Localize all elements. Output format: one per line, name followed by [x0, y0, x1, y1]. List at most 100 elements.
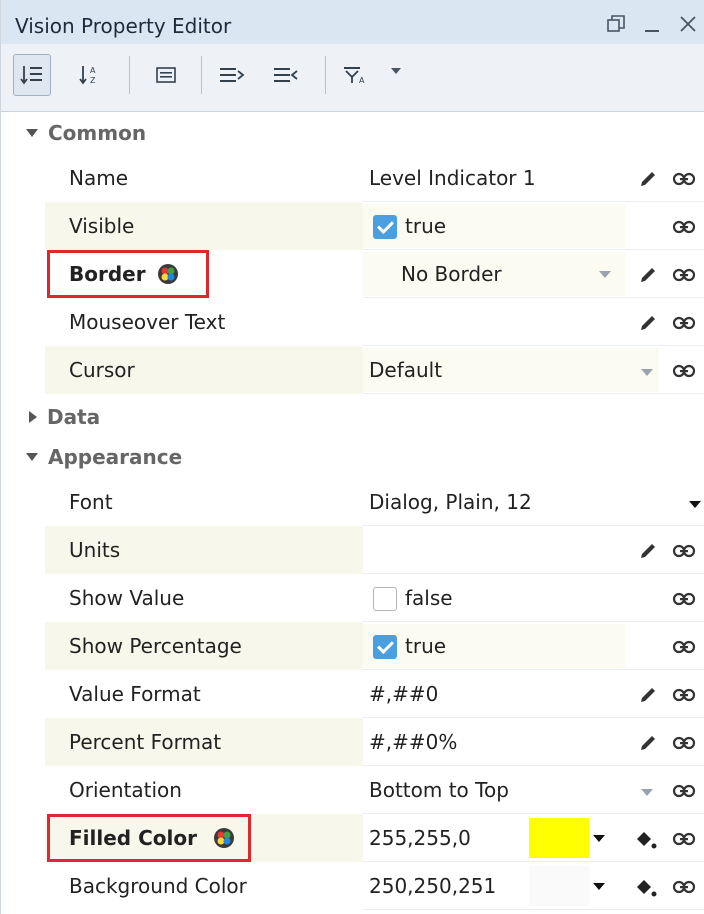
pencil-icon[interactable] — [635, 166, 661, 192]
pencil-icon[interactable] — [635, 538, 661, 564]
property-value: No Border — [401, 262, 502, 286]
visible-checkbox[interactable] — [373, 215, 397, 239]
pencil-icon[interactable] — [635, 730, 661, 756]
property-value: #,##0 — [369, 682, 439, 706]
property-row-mouseover-text: Mouseover Text — [45, 298, 704, 346]
checkbox-label: true — [405, 214, 447, 238]
property-name: Visible — [69, 214, 135, 238]
property-name: Percent Format — [69, 730, 222, 754]
paint-bucket-icon[interactable] — [633, 826, 659, 852]
property-value: Dialog, Plain, 12 — [369, 490, 532, 514]
details-icon[interactable] — [147, 54, 185, 96]
window-title: Vision Property Editor — [15, 14, 232, 38]
link-icon[interactable] — [671, 874, 697, 900]
color-dropdown-arrow-icon[interactable] — [593, 835, 605, 842]
property-value-field[interactable]: #,##0 — [363, 672, 625, 716]
section-data[interactable]: Data — [1, 396, 704, 438]
dropdown-arrow-icon[interactable] — [689, 501, 701, 508]
svg-text:A: A — [90, 66, 96, 75]
dropdown-arrow-icon[interactable] — [641, 789, 653, 796]
color-dropdown-arrow-icon[interactable] — [593, 883, 605, 890]
sort-alphabetical-icon[interactable]: AZ — [71, 54, 109, 96]
link-icon[interactable] — [671, 778, 697, 804]
font-dropdown[interactable]: Dialog, Plain, 12 — [363, 480, 704, 524]
property-value: #,##0% — [369, 730, 458, 754]
collapse-caret-icon[interactable] — [26, 129, 38, 137]
minimize-icon[interactable] — [641, 12, 663, 36]
property-value-field[interactable]: Level Indicator 1 — [363, 156, 625, 200]
expand-all-icon[interactable] — [213, 54, 251, 96]
property-name: Units — [69, 538, 121, 562]
show-value-checkbox[interactable] — [373, 587, 397, 611]
link-icon[interactable] — [671, 634, 697, 660]
cursor-dropdown[interactable]: Default — [363, 348, 659, 392]
section-label: Common — [48, 121, 147, 145]
link-icon[interactable] — [671, 538, 697, 564]
property-row-percent-format: Percent Format #,##0% — [45, 718, 704, 766]
toolbar: AZ A — [1, 44, 704, 112]
collapse-caret-icon[interactable] — [26, 453, 38, 461]
property-value: Default — [369, 358, 443, 382]
pencil-icon[interactable] — [635, 310, 661, 336]
link-icon[interactable] — [671, 826, 697, 852]
link-icon[interactable] — [671, 586, 697, 612]
property-row-value-format: Value Format #,##0 — [45, 670, 704, 718]
property-row-orientation: Orientation Bottom to Top — [45, 766, 704, 814]
dropdown-arrow-icon[interactable] — [599, 271, 611, 278]
border-dropdown[interactable]: No Border — [363, 252, 625, 296]
link-icon[interactable] — [671, 166, 697, 192]
color-swatch[interactable] — [529, 818, 589, 858]
checkbox-label: false — [405, 586, 453, 610]
link-icon[interactable] — [671, 730, 697, 756]
property-name: Background Color — [69, 874, 247, 898]
property-value-field[interactable] — [363, 300, 625, 344]
pencil-icon[interactable] — [635, 262, 661, 288]
dropdown-arrow-icon[interactable] — [641, 369, 653, 376]
expand-caret-icon[interactable] — [29, 411, 37, 423]
property-name: Name — [69, 166, 129, 190]
orientation-dropdown[interactable]: Bottom to Top — [363, 768, 659, 812]
property-name: Orientation — [69, 778, 182, 802]
property-name: Cursor — [69, 358, 135, 382]
close-icon[interactable] — [677, 12, 699, 36]
link-icon[interactable] — [671, 214, 697, 240]
collapse-all-icon[interactable] — [267, 54, 305, 96]
property-value: Bottom to Top — [369, 778, 509, 802]
property-row-cursor: Cursor Default — [45, 346, 704, 394]
color-value-field[interactable]: 250,250,251 — [363, 864, 523, 908]
property-row-units: Units — [45, 526, 704, 574]
section-label: Appearance — [48, 445, 183, 469]
paint-bucket-icon[interactable] — [633, 874, 659, 900]
property-value-field[interactable]: #,##0% — [363, 720, 625, 764]
highlight-box — [47, 814, 251, 862]
color-swatch[interactable] — [529, 866, 589, 906]
sort-categorized-icon[interactable] — [13, 54, 51, 96]
link-icon[interactable] — [671, 310, 697, 336]
restore-icon[interactable] — [605, 12, 627, 36]
property-row-background-color: Background Color 250,250,251 — [45, 862, 704, 910]
link-icon[interactable] — [671, 262, 697, 288]
link-icon[interactable] — [671, 682, 697, 708]
color-value-field[interactable]: 255,255,0 — [363, 816, 523, 860]
property-row-name: Name Level Indicator 1 — [45, 154, 704, 202]
svg-text:A: A — [359, 76, 365, 85]
property-value: Level Indicator 1 — [369, 166, 536, 190]
section-common[interactable]: Common — [1, 112, 704, 154]
property-row-show-percentage: Show Percentage true — [45, 622, 704, 670]
property-row-font: Font Dialog, Plain, 12 — [45, 478, 704, 526]
section-appearance[interactable]: Appearance — [1, 436, 704, 478]
property-name: Font — [69, 490, 113, 514]
pencil-icon[interactable] — [635, 682, 661, 708]
filter-icon[interactable]: A — [337, 54, 375, 96]
property-value: 255,255,0 — [369, 826, 471, 850]
show-percentage-checkbox[interactable] — [373, 635, 397, 659]
property-value: 250,250,251 — [369, 874, 497, 898]
filter-dropdown-icon[interactable] — [391, 68, 401, 74]
property-name: Show Value — [69, 586, 185, 610]
property-value-field[interactable] — [363, 528, 625, 572]
property-editor-window: Vision Property Editor AZ A Common Name … — [0, 0, 704, 914]
property-row-show-value: Show Value false — [45, 574, 704, 622]
checkbox-label: true — [405, 634, 447, 658]
property-row-visible: Visible true — [45, 202, 704, 250]
link-icon[interactable] — [671, 358, 697, 384]
